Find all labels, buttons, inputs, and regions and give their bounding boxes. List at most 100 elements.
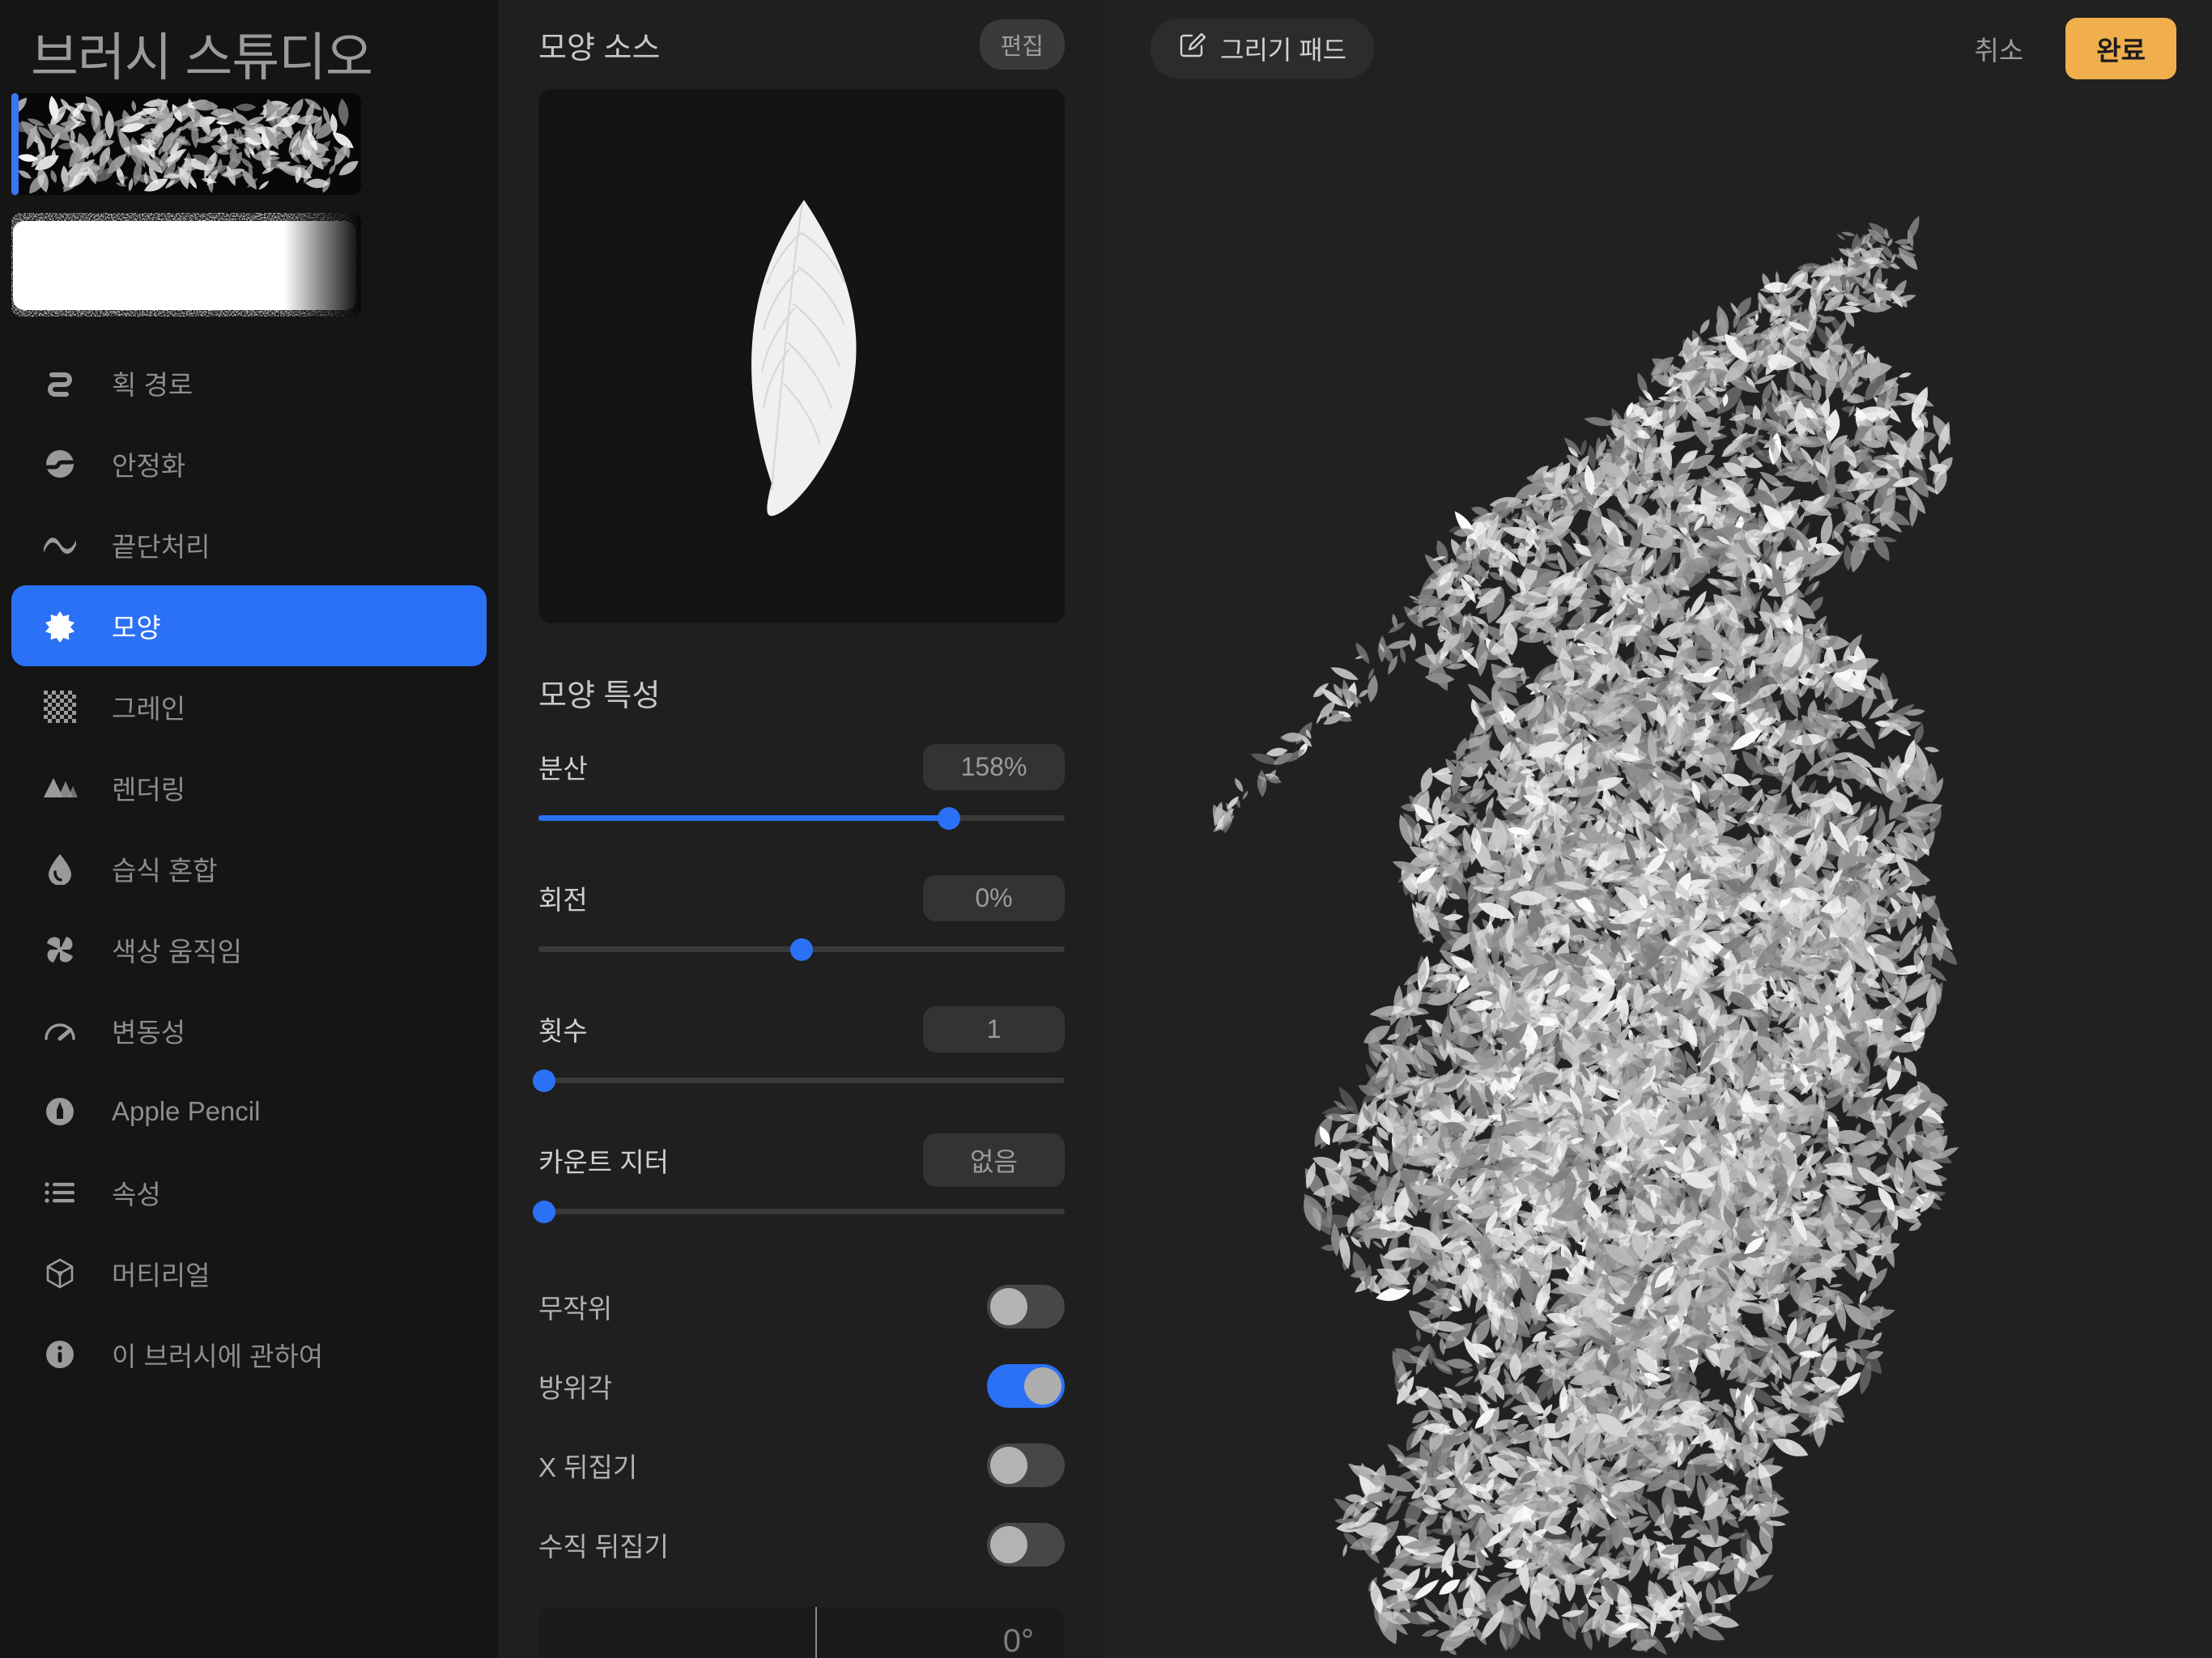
angle-dial[interactable]: 0°: [538, 1607, 1065, 1658]
leaf-scatter-stroke: [1212, 215, 1959, 1656]
color-dynamics-icon: [42, 932, 78, 967]
toggle-flip-vertical: 수직 뒤집기: [524, 1505, 1079, 1584]
sidebar: 브러시 스튜디오 획 경로 안정화 끝단처리 모양 그레인 렌더링 습식 혼합 …: [0, 0, 498, 1658]
sidebar-item-grain[interactable]: 그레인: [11, 666, 487, 747]
cancel-button[interactable]: 취소: [1975, 29, 2024, 68]
toggle-label: 수직 뒤집기: [538, 1532, 669, 1562]
brush-studio-window: 브러시 스튜디오 획 경로 안정화 끝단처리 모양 그레인 렌더링 습식 혼합 …: [0, 0, 2212, 1658]
sidebar-item-rendering[interactable]: 렌더링: [11, 747, 487, 828]
slider-scatter: 분산 158%: [524, 742, 1079, 835]
slider-track[interactable]: [532, 1065, 1065, 1097]
materials-icon: [42, 1256, 78, 1291]
flip-vertical-switch[interactable]: [987, 1523, 1065, 1567]
sidebar-item-label: 끝단처리: [112, 532, 211, 563]
sidebar-item-shape[interactable]: 모양: [11, 585, 487, 667]
track-bg: [538, 1078, 1065, 1083]
sidebar-item-dynamics[interactable]: 변동성: [11, 990, 487, 1071]
slider-knob[interactable]: [790, 938, 813, 961]
flip-x-switch[interactable]: [987, 1443, 1065, 1487]
rendering-icon: [42, 770, 78, 806]
grain-icon: [42, 689, 78, 725]
sidebar-menu: 획 경로 안정화 끝단처리 모양 그레인 렌더링 습식 혼합 색상 움직임 변동…: [0, 342, 498, 1395]
sidebar-item-label: 안정화: [112, 451, 186, 482]
sidebar-item-wet-mix[interactable]: 습식 혼합: [11, 828, 487, 909]
sidebar-item-color-dynamics[interactable]: 색상 움직임: [11, 909, 487, 990]
page-title: 브러시 스튜디오: [31, 28, 373, 87]
switch-thumb: [990, 1288, 1027, 1325]
slider-knob[interactable]: [532, 1201, 555, 1223]
slider-knob[interactable]: [938, 807, 960, 830]
taper-icon: [42, 527, 78, 563]
grain-texture-preview[interactable]: [11, 213, 361, 317]
sidebar-item-materials[interactable]: 머티리얼: [11, 1233, 487, 1314]
track-bg: [538, 1209, 1065, 1214]
canvas-header: 그리기 패드 취소 완료: [1105, 0, 2212, 97]
sidebar-item-label: 이 브러시에 관하여: [112, 1341, 324, 1372]
draw-pad-label: 그리기 패드: [1220, 36, 1347, 65]
toggle-label: 무작위: [538, 1294, 613, 1324]
switch-thumb: [1024, 1367, 1061, 1405]
sidebar-item-label: Apple Pencil: [112, 1096, 261, 1127]
slider-label: 횟수: [538, 1016, 588, 1046]
sidebar-item-properties[interactable]: 속성: [11, 1152, 487, 1233]
drawing-canvas[interactable]: 그리기 패드 취소 완료: [1105, 0, 2212, 1658]
sidebar-item-label: 렌더링: [112, 775, 186, 806]
shape-source-header: 모양 소스 편집: [524, 0, 1079, 89]
sidebar-item-label: 그레인: [112, 694, 186, 725]
wet-mix-icon: [42, 851, 78, 886]
toggle-randomized: 무작위: [524, 1267, 1079, 1346]
sidebar-item-label: 습식 혼합: [112, 856, 218, 886]
sidebar-item-label: 색상 움직임: [112, 937, 242, 967]
azimuth-switch[interactable]: [987, 1364, 1065, 1408]
randomized-switch[interactable]: [987, 1285, 1065, 1329]
switch-thumb: [990, 1447, 1027, 1484]
leaf-shape-source: [751, 200, 857, 517]
slider-track[interactable]: [532, 1196, 1065, 1228]
sidebar-item-about-brush[interactable]: 이 브러시에 관하여: [11, 1314, 487, 1395]
toggle-label: X 뒤집기: [538, 1452, 638, 1482]
apple-pencil-icon: [42, 1094, 78, 1129]
sidebar-item-label: 모양: [112, 613, 161, 644]
slider-count-jitter: 카운트 지터 없음: [524, 1133, 1079, 1228]
slider-label: 카운트 지터: [538, 1147, 669, 1177]
shape-settings-panel: 모양 소스 편집 모양 특성 분산 158% 회전 0% 횟수 1 카운트 지터…: [498, 0, 1105, 1658]
sidebar-item-stroke-path[interactable]: 획 경로: [11, 342, 487, 423]
slider-knob[interactable]: [532, 1069, 555, 1092]
slider-rotation: 회전 0%: [524, 874, 1079, 966]
draw-pad-button[interactable]: 그리기 패드: [1151, 19, 1375, 79]
slider-label: 회전: [538, 885, 588, 915]
shape-source-preview[interactable]: [538, 89, 1065, 623]
preview-accent-bar: [11, 93, 19, 196]
shape-source-title: 모양 소스: [538, 31, 661, 66]
stroke-path-icon: [42, 365, 78, 401]
slider-track[interactable]: [538, 933, 1065, 966]
sidebar-item-apple-pencil[interactable]: Apple Pencil: [11, 1071, 487, 1152]
sidebar-item-label: 속성: [112, 1180, 161, 1210]
brush-previews: [0, 93, 498, 317]
slider-value[interactable]: 0%: [923, 874, 1065, 921]
toggle-label: 방위각: [538, 1373, 613, 1403]
shape-icon: [42, 608, 78, 644]
done-button[interactable]: 완료: [2065, 18, 2176, 79]
toggle-flip-x: X 뒤집기: [524, 1426, 1079, 1505]
shape-properties-title: 모양 특성: [538, 679, 661, 713]
slider-track[interactable]: [538, 802, 1065, 835]
sidebar-item-label: 획 경로: [112, 370, 194, 401]
slider-value[interactable]: 158%: [923, 743, 1065, 790]
toggle-azimuth: 방위각: [524, 1346, 1079, 1426]
sidebar-item-label: 변동성: [112, 1018, 186, 1048]
slider-value[interactable]: 없음: [923, 1133, 1065, 1187]
sidebar-item-label: 머티리얼: [112, 1261, 211, 1291]
slider-label: 분산: [538, 754, 588, 784]
header-actions: 취소 완료: [1975, 18, 2176, 79]
stabilization-icon: [42, 446, 78, 482]
leaf-scatter-preview[interactable]: [11, 93, 361, 196]
slider-count: 횟수 1: [524, 1005, 1079, 1097]
sidebar-item-taper[interactable]: 끝단처리: [11, 504, 487, 585]
edit-button[interactable]: 편집: [979, 19, 1065, 70]
info-icon: [42, 1337, 78, 1372]
dynamics-icon: [42, 1013, 78, 1048]
slider-value[interactable]: 1: [923, 1005, 1065, 1052]
track-fill: [538, 815, 949, 821]
sidebar-item-stabilization[interactable]: 안정화: [11, 423, 487, 504]
